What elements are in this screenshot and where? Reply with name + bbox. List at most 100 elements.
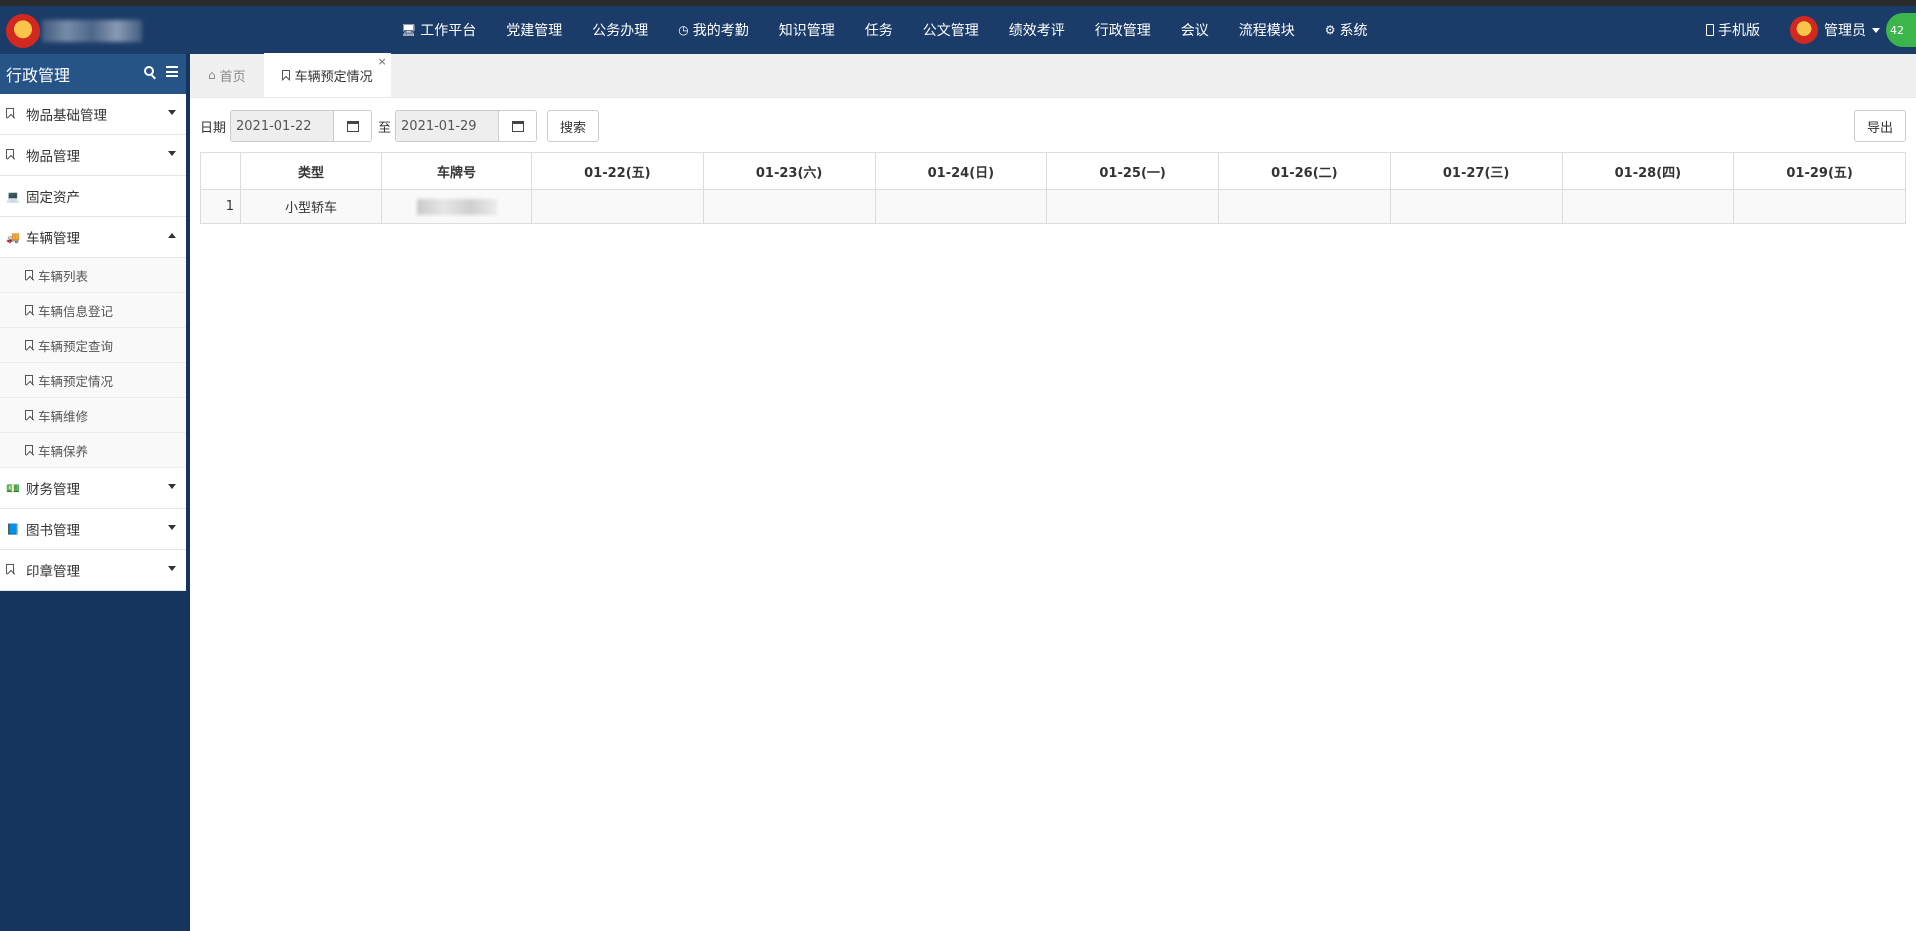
table-header-row: 类型 车牌号 01-22(五) 01-23(六) 01-24(日) 01-25(… (200, 152, 1906, 190)
nav-item-knowledge[interactable]: 知识管理 (764, 6, 850, 54)
nav-item-task[interactable]: 任务 (850, 6, 908, 54)
bookmark-icon (25, 410, 33, 420)
nav-item-system[interactable]: ⚙ 系统 (1310, 6, 1383, 54)
row-date-cell[interactable] (1218, 189, 1391, 224)
col-date: 01-26(二) (1218, 152, 1391, 190)
topbar-right: 手机版 管理员 42 (1706, 6, 1916, 54)
plate-number-blurred (416, 198, 497, 215)
row-type: 小型轿车 (240, 189, 382, 224)
nav-item-workflow[interactable]: 流程模块 (1224, 6, 1310, 54)
bookmark-icon (25, 270, 33, 280)
start-date-group (230, 110, 373, 142)
sidebar-item-finance[interactable]: 💵 财务管理 (0, 468, 186, 509)
row-date-cell[interactable] (1389, 189, 1563, 224)
submenu-item-vehicle-register[interactable]: 车辆信息登记 (0, 293, 186, 328)
bookmark-icon (281, 70, 290, 80)
date-label: 日期 (200, 120, 227, 136)
bookmark-icon (25, 375, 33, 385)
submenu-item-booking-status[interactable]: 车辆预定情况 (0, 363, 186, 398)
col-date: 01-25(一) (1046, 152, 1219, 190)
home-icon: ⌂ (208, 68, 216, 82)
menu-icon[interactable] (166, 66, 178, 77)
nav-item-attendance[interactable]: ◷ 我的考勤 (663, 6, 763, 54)
sidebar-menu: 物品基础管理 物品管理 💻 固定资产 🚚 车辆管理 车辆列表 车辆信息登记 车辆预定… (0, 94, 186, 591)
mobile-version-link[interactable]: 手机版 (1706, 20, 1760, 40)
row-index: 1 (200, 189, 241, 224)
col-index (200, 152, 241, 190)
row-date-cell[interactable] (874, 189, 1048, 224)
search-icon[interactable] (144, 66, 154, 76)
submenu-item-maintenance[interactable]: 车辆保养 (0, 433, 186, 468)
export-button[interactable]: 导出 (1853, 110, 1906, 142)
bookmark-icon (6, 107, 18, 121)
row-date-cell[interactable] (1046, 189, 1219, 224)
col-date: 01-23(六) (702, 152, 876, 190)
to-label: 至 (378, 120, 392, 136)
sidebar-title: 行政管理 (6, 66, 71, 85)
chevron-down-icon (168, 151, 176, 156)
col-date: 01-28(四) (1561, 152, 1735, 190)
sidebar-item-goods[interactable]: 物品管理 (0, 135, 186, 176)
end-date-input[interactable] (396, 111, 499, 141)
clock-icon: ◷ (678, 23, 689, 37)
logo-emblem-icon[interactable] (6, 14, 40, 48)
row-plate (381, 189, 532, 224)
bookmark-icon (6, 563, 18, 577)
chevron-down-icon (168, 566, 176, 571)
sidebar-header: 行政管理 (0, 54, 186, 94)
chevron-down-icon (168, 484, 176, 489)
bookmark-icon (25, 445, 33, 455)
sidebar: 行政管理 物品基础管理 物品管理 💻 固定资产 🚚 车辆管理 车辆列表 车辆信息登记… (0, 54, 186, 931)
start-date-input[interactable] (231, 111, 334, 141)
sidebar-item-seals[interactable]: 印章管理 (0, 550, 186, 591)
close-icon[interactable]: × (377, 55, 386, 68)
row-date-cell[interactable] (1561, 189, 1735, 224)
end-date-group (395, 110, 538, 142)
sidebar-item-vehicles[interactable]: 🚚 车辆管理 (0, 217, 186, 258)
chevron-down-icon (168, 525, 176, 530)
tab-vehicle-booking-status[interactable]: 车辆预定情况 × (263, 53, 391, 97)
sidebar-item-fixed-assets[interactable]: 💻 固定资产 (0, 176, 186, 217)
col-date: 01-22(五) (531, 152, 704, 190)
laptop-icon: 💻 (6, 189, 20, 203)
start-date-calendar-button[interactable] (333, 111, 372, 141)
nav-item-meeting[interactable]: 会议 (1166, 6, 1224, 54)
nav-item-party[interactable]: 党建管理 (491, 6, 577, 54)
monitor-icon: 🖥 (401, 23, 417, 37)
notification-badge[interactable]: 42 (1886, 13, 1916, 47)
nav-item-document[interactable]: 公文管理 (908, 6, 994, 54)
nav-item-admin[interactable]: 行政管理 (1080, 6, 1166, 54)
row-date-cell[interactable] (1733, 189, 1906, 224)
avatar[interactable] (1790, 16, 1818, 44)
col-date: 01-27(三) (1389, 152, 1563, 190)
table-row[interactable]: 1 小型轿车 (200, 189, 1906, 224)
calendar-icon (346, 120, 359, 132)
sidebar-item-goods-base[interactable]: 物品基础管理 (0, 94, 186, 135)
chevron-down-icon (168, 110, 176, 115)
row-date-cell[interactable] (702, 189, 876, 224)
gear-icon: ⚙ (1324, 23, 1336, 37)
phone-icon (1706, 24, 1714, 36)
col-type: 类型 (240, 152, 382, 190)
book-icon: 📘 (6, 522, 20, 536)
user-name[interactable]: 管理员 (1824, 20, 1866, 40)
chevron-down-icon[interactable] (1872, 27, 1880, 33)
submenu-item-repair[interactable]: 车辆维修 (0, 398, 186, 433)
nav-item-performance[interactable]: 绩效考评 (994, 6, 1080, 54)
tab-home[interactable]: ⌂ 首页 (190, 53, 264, 97)
submenu-item-vehicle-list[interactable]: 车辆列表 (0, 258, 186, 293)
sidebar-item-books[interactable]: 📘 图书管理 (0, 509, 186, 550)
submenu-item-booking-query[interactable]: 车辆预定查询 (0, 328, 186, 363)
bookmark-icon (6, 148, 18, 162)
nav-item-workbench[interactable]: 🖥 工作平台 (386, 6, 491, 54)
main-nav: 🖥 工作平台 党建管理 公务办理 ◷ 我的考勤 知识管理 任务 公文管理 绩效考评 … (386, 6, 1382, 54)
bookmark-icon (25, 305, 33, 315)
end-date-calendar-button[interactable] (498, 111, 537, 141)
search-button[interactable]: 搜索 (547, 110, 600, 142)
col-plate: 车牌号 (381, 152, 532, 190)
main-content: ⌂首页 车辆预定情况× 日期 至 搜索 导出 类型 车牌号 01-22(五) 0… (186, 53, 1916, 931)
col-date: 01-24(日) (874, 152, 1048, 190)
vehicle-submenu: 车辆列表 车辆信息登记 车辆预定查询 车辆预定情况 车辆维修 车辆保养 (0, 258, 186, 468)
row-date-cell[interactable] (531, 189, 704, 224)
nav-item-official[interactable]: 公务办理 (577, 6, 663, 54)
